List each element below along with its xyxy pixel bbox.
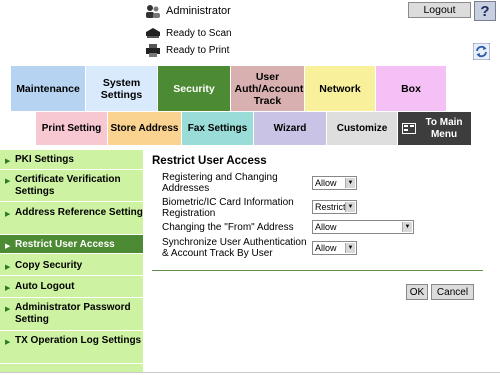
arrow-icon: ▶	[5, 211, 11, 218]
tab-to-main-menu[interactable]: To Main Menu	[398, 112, 472, 145]
user-name: Administrator	[166, 5, 231, 17]
tab-maintenance[interactable]: Maintenance	[11, 66, 86, 111]
arrow-icon: ▶	[5, 339, 11, 346]
scan-status: Ready to Scan	[145, 27, 232, 39]
ok-button[interactable]: OK	[406, 284, 428, 300]
setting-label: Registering and Changing Addresses	[162, 172, 278, 194]
dropdown-caret-icon: ▼	[402, 222, 412, 232]
security-sidebar: ▶ PKI Settings ▶ Certificate Verificatio…	[0, 150, 143, 372]
refresh-icon[interactable]	[473, 43, 490, 60]
biometric-registration-select[interactable]: Restrict ▼	[312, 200, 357, 214]
arrow-icon: ▶	[5, 158, 11, 165]
tab-user-auth[interactable]: User Auth/Account Track	[231, 66, 305, 111]
tab-wizard[interactable]: Wizard	[254, 112, 327, 145]
changing-from-address-select[interactable]: Allow ▼	[312, 220, 414, 234]
arrow-icon: ▶	[5, 306, 11, 313]
setting-label: Biometric/IC Card Information Registrati…	[162, 197, 294, 219]
cancel-button[interactable]: Cancel	[431, 284, 474, 300]
tab-system-settings[interactable]: System Settings	[86, 66, 158, 111]
registering-addresses-select[interactable]: Allow ▼	[312, 176, 357, 190]
sidebar-item-pki-settings[interactable]: ▶ PKI Settings	[0, 151, 143, 170]
sidebar-item-auto-logout[interactable]: ▶ Auto Logout	[0, 276, 143, 298]
main-menu-icon	[402, 123, 416, 134]
setting-label: Changing the "From" Address	[162, 222, 294, 233]
scan-status-text: Ready to Scan	[166, 27, 232, 39]
help-button[interactable]: ?	[474, 1, 496, 21]
arrow-icon: ▶	[5, 285, 11, 292]
dropdown-caret-icon: ▼	[345, 202, 355, 212]
sidebar-item-restrict-user-access[interactable]: ▶ Restrict User Access	[0, 235, 143, 254]
printer-icon	[146, 44, 160, 57]
tab-fax-settings[interactable]: Fax Settings	[182, 112, 254, 145]
setting-label: Synchronize User Authentication & Accoun…	[162, 237, 307, 259]
print-status: Ready to Print	[145, 44, 229, 57]
dropdown-caret-icon: ▼	[345, 243, 355, 253]
admin-user-icon	[146, 5, 160, 18]
tab-box[interactable]: Box	[376, 66, 447, 111]
sidebar-item-tx-operation-log[interactable]: ▶ TX Operation Log Settings	[0, 331, 143, 364]
tab-store-address[interactable]: Store Address	[108, 112, 182, 145]
arrow-icon: ▶	[5, 178, 11, 185]
sidebar-item-administrator-password[interactable]: ▶ Administrator Password Setting	[0, 298, 143, 331]
user-header: Administrator	[145, 3, 231, 19]
logout-button[interactable]: Logout	[408, 2, 471, 18]
print-status-text: Ready to Print	[166, 45, 230, 56]
sidebar-item-certificate-verification[interactable]: ▶ Certificate Verification Settings	[0, 170, 143, 202]
footer-line	[0, 372, 500, 373]
scanner-icon	[146, 28, 160, 38]
tab-network[interactable]: Network	[305, 66, 376, 111]
arrow-icon: ▶	[5, 243, 11, 250]
section-divider	[152, 270, 483, 271]
sidebar-item-address-reference[interactable]: ▶ Address Reference Setting	[0, 202, 143, 235]
tab-customize[interactable]: Customize	[327, 112, 398, 145]
tab-security[interactable]: Security	[158, 66, 231, 111]
dropdown-caret-icon: ▼	[345, 178, 355, 188]
page-title: Restrict User Access	[152, 155, 267, 167]
sync-user-auth-select[interactable]: Allow ▼	[312, 241, 357, 255]
arrow-icon: ▶	[5, 264, 11, 271]
tab-print-setting[interactable]: Print Setting	[36, 112, 108, 145]
sidebar-item-copy-security[interactable]: ▶ Copy Security	[0, 255, 143, 276]
